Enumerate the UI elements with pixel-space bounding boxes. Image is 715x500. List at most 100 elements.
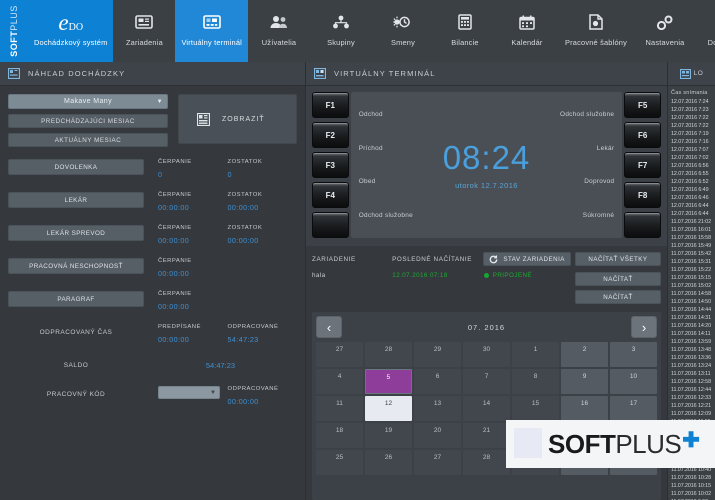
calendar-day[interactable]: 17 bbox=[610, 396, 657, 421]
function-key-f6[interactable]: F6 bbox=[624, 122, 661, 148]
log-list-item[interactable]: 11.07.2016 15:22 bbox=[668, 266, 715, 274]
calendar-day[interactable]: 4 bbox=[316, 369, 363, 394]
nav-tab-uzivatelia[interactable]: Užívatelia bbox=[248, 0, 310, 62]
function-key-f8[interactable]: F8 bbox=[624, 182, 661, 208]
log-list-item[interactable]: 12.07.2016 6:44 bbox=[668, 202, 715, 210]
user-select[interactable]: Makave Many ▼ bbox=[8, 94, 168, 109]
calendar-day[interactable]: 8 bbox=[512, 369, 559, 394]
device-status-button[interactable]: STAV ZARIADENIA bbox=[483, 252, 571, 266]
log-list-item[interactable]: 11.07.2016 14:58 bbox=[668, 290, 715, 298]
log-list-item[interactable]: 11.07.2016 13:11 bbox=[668, 370, 715, 378]
nav-tab-pracovne-sablony[interactable]: Pracovné šablóny bbox=[558, 0, 634, 62]
lekar-button[interactable]: LEKÁR bbox=[8, 192, 144, 208]
calendar-day[interactable]: 7 bbox=[463, 369, 510, 394]
log-list-item[interactable]: 11.07.2016 12:21 bbox=[668, 402, 715, 410]
log-list-item[interactable]: 11.07.2016 10:02 bbox=[668, 490, 715, 498]
show-button[interactable]: ZOBRAZIŤ bbox=[178, 94, 297, 144]
function-key-blank-left[interactable] bbox=[312, 212, 349, 238]
function-key-blank-right[interactable] bbox=[624, 212, 661, 238]
log-list-item[interactable]: 12.07.2016 6:44 bbox=[668, 210, 715, 218]
log-list-item[interactable]: 11.07.2016 15:58 bbox=[668, 234, 715, 242]
log-list-item[interactable]: 12.07.2016 7:02 bbox=[668, 154, 715, 162]
function-key-f2[interactable]: F2 bbox=[312, 122, 349, 148]
log-list-item[interactable]: 11.07.2016 14:11 bbox=[668, 330, 715, 338]
nav-tab-dochadzkovy-system[interactable]: eDO Dochádzkový systém bbox=[28, 0, 113, 62]
log-list-item[interactable]: 11.07.2016 15:49 bbox=[668, 242, 715, 250]
calendar-day[interactable]: 21 bbox=[463, 423, 510, 448]
nav-tab-skupiny[interactable]: Skupiny bbox=[310, 0, 372, 62]
calendar-next-button[interactable]: › bbox=[631, 316, 657, 338]
log-list-item[interactable]: 12.07.2016 7:23 bbox=[668, 106, 715, 114]
calendar-day[interactable]: 27 bbox=[414, 450, 461, 475]
calendar-day[interactable]: 16 bbox=[561, 396, 608, 421]
log-list-item[interactable]: 12.07.2016 7:19 bbox=[668, 130, 715, 138]
calendar-day-selected[interactable]: 5 bbox=[365, 369, 412, 394]
log-list-item[interactable]: 11.07.2016 15:42 bbox=[668, 250, 715, 258]
previous-month-button[interactable]: PREDCHÁDZAJÚCI MESIAC bbox=[8, 114, 168, 128]
function-key-f1[interactable]: F1 bbox=[312, 92, 349, 118]
nav-tab-virtualny-terminal[interactable]: Virtuálny terminál bbox=[175, 0, 248, 62]
log-list-item[interactable]: 11.07.2016 10:28 bbox=[668, 474, 715, 482]
log-list-item[interactable]: 11.07.2016 15:31 bbox=[668, 258, 715, 266]
load-button-2[interactable]: NAČÍTAŤ bbox=[575, 290, 661, 304]
calendar-day[interactable]: 10 bbox=[610, 369, 657, 394]
lekar-sprevod-button[interactable]: LEKÁR SPREVOD bbox=[8, 225, 144, 241]
calendar-prev-button[interactable]: ‹ bbox=[316, 316, 342, 338]
log-list-item[interactable]: 12.07.2016 6:56 bbox=[668, 162, 715, 170]
calendar-day[interactable]: 3 bbox=[610, 342, 657, 367]
calendar-day[interactable]: 26 bbox=[365, 450, 412, 475]
function-key-f3[interactable]: F3 bbox=[312, 152, 349, 178]
calendar-day[interactable]: 9 bbox=[561, 369, 608, 394]
calendar-day[interactable]: 15 bbox=[512, 396, 559, 421]
current-month-button[interactable]: AKTUÁLNY MESIAC bbox=[8, 133, 168, 147]
log-list-item[interactable]: 11.07.2016 21:02 bbox=[668, 218, 715, 226]
log-list-item[interactable]: 11.07.2016 13:48 bbox=[668, 346, 715, 354]
dovolenka-button[interactable]: DOVOLENKA bbox=[8, 159, 144, 175]
nav-tab-kalendar[interactable]: Kalendár bbox=[496, 0, 558, 62]
log-list-item[interactable]: 12.07.2016 7:24 bbox=[668, 98, 715, 106]
log-list-item[interactable]: 11.07.2016 14:44 bbox=[668, 306, 715, 314]
log-list-item[interactable]: 11.07.2016 13:59 bbox=[668, 338, 715, 346]
nav-tab-smeny[interactable]: Smeny bbox=[372, 0, 434, 62]
log-list-item[interactable]: 12.07.2016 6:46 bbox=[668, 194, 715, 202]
log-list-item[interactable]: 11.07.2016 10:15 bbox=[668, 482, 715, 490]
log-list-item[interactable]: 11.07.2016 12:33 bbox=[668, 394, 715, 402]
log-list-item[interactable]: 11.07.2016 12:44 bbox=[668, 386, 715, 394]
calendar-day[interactable]: 29 bbox=[414, 342, 461, 367]
calendar-day[interactable]: 30 bbox=[463, 342, 510, 367]
load-button-1[interactable]: NAČÍTAŤ bbox=[575, 272, 661, 286]
log-list-item[interactable]: 12.07.2016 6:49 bbox=[668, 186, 715, 194]
calendar-day[interactable]: 2 bbox=[561, 342, 608, 367]
calendar-day[interactable]: 18 bbox=[316, 423, 363, 448]
log-list-item[interactable]: 11.07.2016 15:15 bbox=[668, 274, 715, 282]
nav-tab-zariadenia[interactable]: Zariadenia bbox=[113, 0, 175, 62]
log-list-item[interactable]: 11.07.2016 13:36 bbox=[668, 354, 715, 362]
log-list-item[interactable]: 12.07.2016 7:16 bbox=[668, 138, 715, 146]
calendar-day[interactable]: 25 bbox=[316, 450, 363, 475]
log-list-item[interactable]: 12.07.2016 6:52 bbox=[668, 178, 715, 186]
function-key-f5[interactable]: F5 bbox=[624, 92, 661, 118]
calendar-day[interactable]: 27 bbox=[316, 342, 363, 367]
load-all-button[interactable]: NAČÍTAŤ VŠETKY bbox=[575, 252, 661, 266]
calendar-day[interactable]: 11 bbox=[316, 396, 363, 421]
calendar-day[interactable]: 14 bbox=[463, 396, 510, 421]
calendar-day[interactable]: 6 bbox=[414, 369, 461, 394]
log-list-item[interactable]: 11.07.2016 12:09 bbox=[668, 410, 715, 418]
workcode-select[interactable]: ▼ bbox=[158, 386, 220, 399]
calendar-day[interactable]: 1 bbox=[512, 342, 559, 367]
calendar-day[interactable]: 28 bbox=[463, 450, 510, 475]
log-list-item[interactable]: 11.07.2016 13:24 bbox=[668, 362, 715, 370]
calendar-day[interactable]: 13 bbox=[414, 396, 461, 421]
log-list-item[interactable]: 11.07.2016 14:50 bbox=[668, 298, 715, 306]
log-list-item[interactable]: 11.07.2016 14:31 bbox=[668, 314, 715, 322]
nav-tab-dochadzka[interactable]: Dochádzka bbox=[696, 0, 715, 62]
log-list-item[interactable]: 11.07.2016 15:02 bbox=[668, 282, 715, 290]
paragraf-button[interactable]: PARAGRAF bbox=[8, 291, 144, 307]
pracovna-neschopnost-button[interactable]: PRACOVNÁ NESCHOPNOSŤ bbox=[8, 258, 144, 274]
calendar-day[interactable]: 19 bbox=[365, 423, 412, 448]
log-list-item[interactable]: 12.07.2016 7:07 bbox=[668, 146, 715, 154]
nav-tab-nastavenia[interactable]: Nastavenia bbox=[634, 0, 696, 62]
function-key-f4[interactable]: F4 bbox=[312, 182, 349, 208]
calendar-day-today[interactable]: 12 bbox=[365, 396, 412, 421]
log-list-item[interactable]: 12.07.2016 6:55 bbox=[668, 170, 715, 178]
